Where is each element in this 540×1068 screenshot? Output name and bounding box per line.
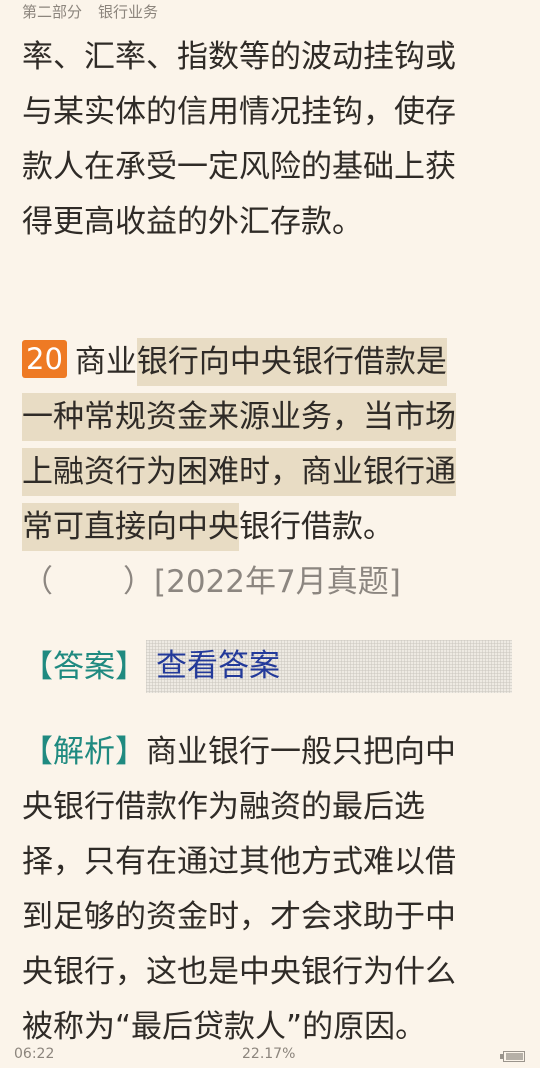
question-source: [2022年7月真题] [154, 564, 401, 600]
analysis-line: 央银行，这也是中央银行为什么 [22, 954, 456, 990]
highlighted-text[interactable]: 一种常规资金来源业务，当市场 [22, 393, 456, 441]
analysis-block: 【解析】商业银行一般只把向中 央银行借款作为融资的最后选 择，只有在通过其他方式… [22, 725, 522, 1055]
reader-content[interactable]: 率、汇率、指数等的波动挂钩或 与某实体的信用情况挂钩，使存 款人在承受一定风险的… [22, 30, 522, 1055]
highlighted-text[interactable]: 常可直接向中央 [22, 503, 239, 551]
text-line: 得更高收益的外汇存款。 [22, 204, 363, 240]
question-text: 商业 [74, 344, 137, 380]
clock-text: 06:22 [14, 1046, 55, 1062]
question-line: 上融资行为困难时，商业银行通 [22, 445, 522, 500]
question-line: 常可直接向中央银行借款。 [22, 500, 522, 555]
battery-icon [500, 1051, 526, 1062]
text-line: 款人在承受一定风险的基础上获 [22, 149, 456, 185]
question-block: 20 商业银行向中央银行借款是 一种常规资金来源业务，当市场 上融资行为困难时，商… [22, 335, 522, 610]
section-title: 银行业务 [98, 3, 159, 21]
paren-open: （ [22, 564, 53, 600]
question-number-badge: 20 [22, 340, 67, 378]
question-text: 银行借款。 [239, 509, 394, 545]
question-line: 20 商业银行向中央银行借款是 [22, 335, 522, 390]
question-line: 一种常规资金来源业务，当市场 [22, 390, 522, 445]
analysis-text: 商业银行一般只把向中 [146, 734, 456, 770]
text-line: 与某实体的信用情况挂钩，使存 [22, 94, 456, 130]
highlighted-text[interactable]: 上融资行为困难时，商业银行通 [22, 448, 456, 496]
reading-progress: 22.17% [242, 1046, 296, 1062]
analysis-line: 【解析】商业银行一般只把向中 [22, 725, 522, 780]
highlighted-text[interactable]: 银行向中央银行借款是 [136, 338, 447, 386]
text-line: 率、汇率、指数等的波动挂钩或 [22, 39, 456, 75]
previous-paragraph: 率、汇率、指数等的波动挂钩或 与某实体的信用情况挂钩，使存 款人在承受一定风险的… [22, 30, 522, 250]
part-title: 第二部分 [22, 3, 83, 21]
status-footer: 06:22 22.17% [0, 1043, 540, 1068]
analysis-line: 择，只有在通过其他方式难以借 [22, 844, 456, 880]
analysis-line: 到足够的资金时，才会求助于中 [22, 899, 456, 935]
question-line: （ ）[2022年7月真题] [22, 555, 522, 610]
analysis-line: 央银行借款作为融资的最后选 [22, 789, 425, 825]
answer-label: 【答案】 [22, 649, 146, 685]
paren-close: ） [123, 564, 154, 600]
answer-row: 【答案】 查看答案 [22, 640, 522, 695]
analysis-label: 【解析】 [22, 734, 146, 770]
reader-header: 第二部分 银行业务 [22, 2, 158, 22]
view-answer-link[interactable]: 查看答案 [146, 640, 512, 693]
